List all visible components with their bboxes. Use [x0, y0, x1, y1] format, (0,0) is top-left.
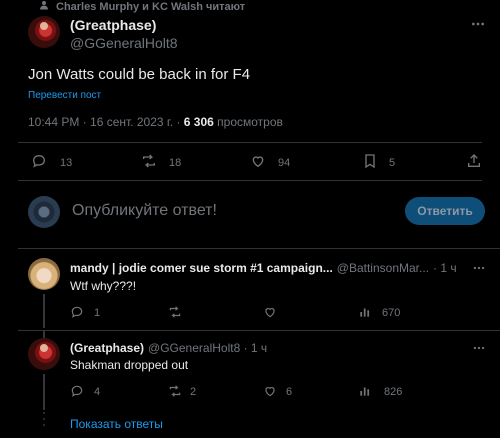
more-icon[interactable]	[470, 16, 486, 32]
reply-display-name[interactable]: mandy | jodie comer sue storm #1 campaig…	[70, 261, 333, 275]
translate-post-link[interactable]: Перевести пост	[28, 90, 101, 101]
reply-icon[interactable]	[31, 153, 47, 169]
reply-icon[interactable]	[70, 305, 84, 319]
repost-icon[interactable]	[167, 384, 183, 398]
bookmark-icon[interactable]	[362, 153, 378, 169]
like-count: 94	[278, 157, 291, 169]
repost-count: 18	[169, 157, 182, 169]
reply-text: Shakman dropped out	[70, 358, 189, 372]
like-icon[interactable]	[250, 153, 266, 169]
divider	[18, 330, 500, 331]
reply-count: 13	[60, 157, 73, 169]
reply-button[interactable]: Ответить	[405, 197, 485, 225]
views-label: просмотров	[217, 115, 283, 129]
repost-icon[interactable]	[167, 305, 183, 319]
author-display-name[interactable]: (Greatphase)	[70, 17, 156, 33]
thread-line	[43, 294, 45, 328]
post-timestamp[interactable]: 10:44 PM · 16 сент. 2023 г. ·	[28, 115, 180, 129]
social-context-text[interactable]: Charles Murphy и KC Walsh читают	[56, 1, 245, 13]
post-meta: 10:44 PM · 16 сент. 2023 г. · 6 306 прос…	[28, 115, 283, 129]
reply-display-name[interactable]: (Greatphase)	[70, 341, 144, 355]
more-icon[interactable]	[472, 341, 486, 355]
reply-icon[interactable]	[70, 384, 84, 398]
reply-time[interactable]: · 1 ч	[433, 261, 457, 275]
repost-icon[interactable]	[140, 153, 158, 169]
person-icon	[38, 0, 50, 16]
like-icon[interactable]	[263, 384, 277, 398]
show-replies-link[interactable]: Показать ответы	[70, 417, 163, 431]
reply-handle[interactable]: @BattinsonMar...	[337, 261, 429, 275]
repost-count: 2	[190, 386, 197, 398]
reply-count: 4	[94, 386, 101, 398]
reply-avatar[interactable]	[28, 258, 60, 290]
reply-header: mandy | jodie comer sue storm #1 campaig…	[70, 261, 484, 275]
views-count: 6 306	[183, 115, 214, 129]
social-context: Charles Murphy и KC Walsh читают	[38, 0, 245, 14]
reply-avatar[interactable]	[28, 338, 60, 370]
post-text: Jon Watts could be back in for F4	[28, 66, 251, 83]
share-icon[interactable]	[466, 153, 482, 169]
reply-header: (Greatphase) @GGeneralHolt8 · 1 ч	[70, 341, 267, 355]
like-icon[interactable]	[263, 305, 277, 319]
more-icon[interactable]	[472, 261, 486, 275]
thread-line	[43, 330, 45, 338]
reply-count: 1	[94, 307, 101, 319]
views-icon[interactable]	[358, 305, 372, 319]
divider	[18, 248, 500, 249]
reply-composer-input[interactable]: Опубликуйте ответ!	[72, 202, 217, 220]
author-avatar[interactable]	[28, 16, 60, 48]
views-count: 670	[382, 307, 401, 319]
like-count: 6	[286, 386, 293, 398]
divider	[18, 180, 482, 181]
thread-dots	[41, 412, 47, 426]
reply-handle[interactable]: @GGeneralHolt8 · 1 ч	[148, 341, 267, 355]
author-handle[interactable]: @GGeneralHolt8	[70, 35, 178, 51]
views-count: 826	[384, 386, 403, 398]
bookmark-count: 5	[389, 157, 396, 169]
user-avatar[interactable]	[28, 196, 60, 228]
divider	[18, 142, 482, 143]
reply-text: Wtf why???!	[70, 279, 137, 293]
views-icon[interactable]	[358, 384, 372, 398]
thread-line	[43, 374, 45, 410]
